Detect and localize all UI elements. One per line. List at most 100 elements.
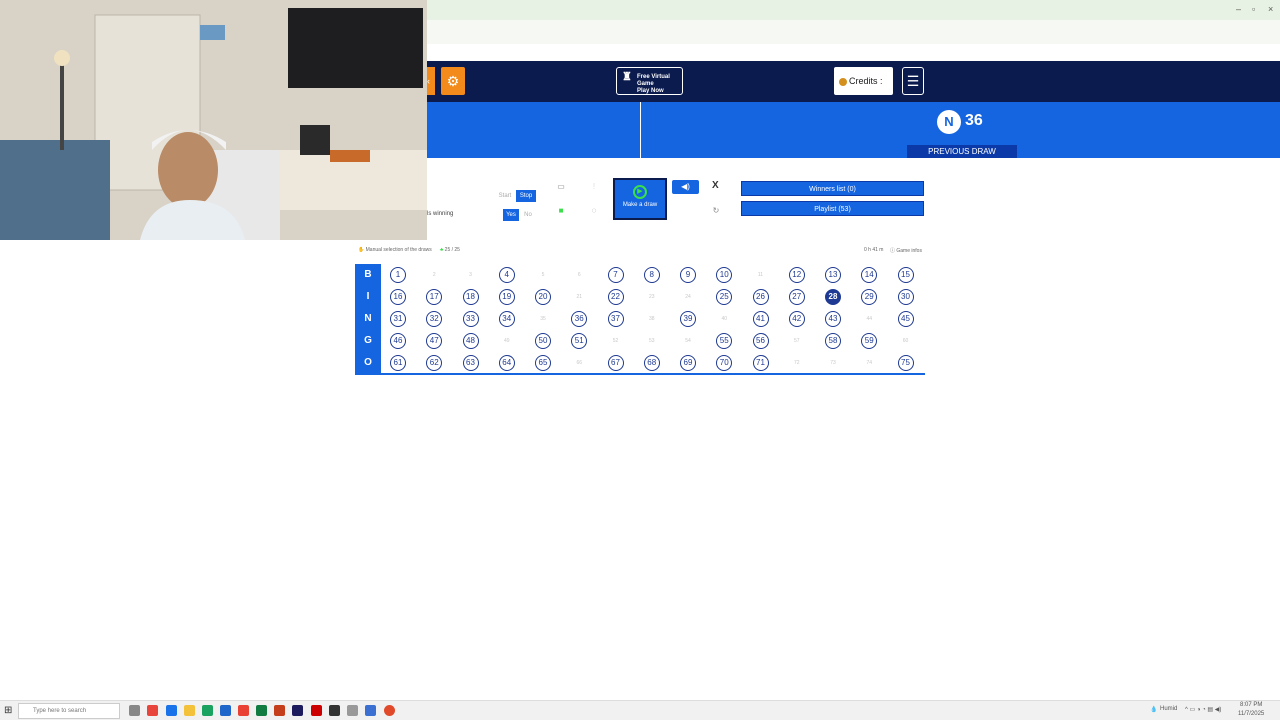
bingo-number-24[interactable]: 24 [680,289,696,305]
settings-app-icon[interactable] [347,705,358,716]
credits-badge[interactable]: Credits : 12 [834,67,893,114]
bingo-number-18[interactable]: 18 [462,289,479,305]
bingo-number-10[interactable]: 10 [716,267,733,283]
free-virtual-game-button[interactable]: ♜ Free Virtual Game Play Now [616,67,683,95]
winners-list-button[interactable]: Winners list (0) [741,181,924,196]
bingo-number-29[interactable]: 29 [861,289,878,305]
bingo-number-31[interactable]: 31 [390,311,406,327]
bingo-number-60[interactable]: 60 [898,333,914,349]
weather-icon[interactable]: 💧 [1150,706,1157,713]
bingo-number-34[interactable]: 34 [498,311,515,327]
bingo-number-67[interactable]: 67 [607,355,624,371]
refresh-icon[interactable]: ↻ [709,204,723,218]
bingo-number-40[interactable]: 40 [716,311,732,327]
bingo-number-57[interactable]: 57 [789,333,805,349]
terminal-app-icon[interactable] [329,705,340,716]
bingo-number-27[interactable]: 27 [788,289,805,305]
bingo-number-48[interactable]: 48 [462,333,479,349]
word-app-icon[interactable] [365,705,376,716]
bingo-number-66[interactable]: 66 [571,355,587,371]
bingo-number-43[interactable]: 43 [825,311,841,327]
bingo-number-36[interactable]: 36 [571,311,588,327]
bingo-number-47[interactable]: 47 [426,333,443,349]
bingo-number-33[interactable]: 33 [462,311,479,327]
mail-app-icon[interactable] [220,705,231,716]
media-app-icon[interactable] [292,705,303,716]
bingo-number-26[interactable]: 26 [752,289,769,305]
system-tray-icons[interactable]: ^ ▭ ◑ ◔ ▤ ◀) [1185,706,1221,713]
bingo-number-55[interactable]: 55 [716,333,733,349]
bingo-number-8[interactable]: 8 [643,267,660,283]
close-window-icon[interactable]: × [1268,4,1273,14]
bingo-number-39[interactable]: 39 [680,311,696,327]
bingo-number-59[interactable]: 59 [861,333,878,349]
bingo-number-70[interactable]: 70 [716,355,733,371]
chat-app-icon[interactable] [202,705,213,716]
bingo-number-46[interactable]: 46 [390,333,406,349]
bingo-number-25[interactable]: 25 [716,289,733,305]
hamburger-menu-icon[interactable]: ☰ [902,67,924,95]
bingo-number-13[interactable]: 13 [825,267,841,283]
bingo-number-20[interactable]: 20 [535,289,551,305]
bingo-number-54[interactable]: 54 [680,333,696,349]
browser-app-icon[interactable] [147,705,158,716]
bingo-number-17[interactable]: 17 [426,289,443,305]
bingo-number-51[interactable]: 51 [571,333,588,349]
bingo-number-63[interactable]: 63 [462,355,479,371]
bingo-number-61[interactable]: 61 [390,355,406,371]
bingo-number-11[interactable]: 11 [753,267,769,283]
windows-start-icon[interactable]: ⊞ [4,705,12,716]
lock-icon[interactable]: ■ [554,204,568,218]
playlist-button[interactable]: Playlist (53) [741,201,924,216]
game-info-button[interactable]: ⓘ Game infos [890,247,922,254]
bingo-number-53[interactable]: 53 [644,333,660,349]
bingo-number-28[interactable]: 28 [825,289,841,305]
sound-icon[interactable]: ◀) [672,180,699,194]
edge-app-icon[interactable] [166,705,177,716]
bingo-number-16[interactable]: 16 [390,289,406,305]
bingo-number-3[interactable]: 3 [463,267,479,283]
chrome-app-icon[interactable] [238,705,249,716]
bingo-number-44[interactable]: 44 [861,311,877,327]
bingo-number-6[interactable]: 6 [571,267,587,283]
bingo-number-19[interactable]: 19 [498,289,515,305]
bingo-number-30[interactable]: 30 [897,289,914,305]
bingo-number-71[interactable]: 71 [752,355,769,371]
bingo-number-21[interactable]: 21 [571,289,587,305]
bingo-number-22[interactable]: 22 [607,289,624,305]
bingo-number-37[interactable]: 37 [607,311,624,327]
task-view-icon[interactable] [129,705,140,716]
bingo-number-56[interactable]: 56 [752,333,769,349]
maximize-icon[interactable]: ▫ [1252,4,1255,14]
bingo-number-52[interactable]: 52 [608,333,624,349]
taskbar-search-input[interactable]: Type here to search [18,703,120,719]
home-button[interactable]: ⚙ [441,67,465,95]
bingo-number-41[interactable]: 41 [752,311,769,327]
start-button[interactable]: Start [495,190,515,202]
bingo-number-4[interactable]: 4 [498,267,515,283]
bingo-number-5[interactable]: 5 [535,267,551,283]
monitor-icon[interactable]: ▭ [554,180,568,194]
bingo-number-75[interactable]: 75 [897,355,914,371]
bingo-number-35[interactable]: 35 [535,311,551,327]
bingo-number-15[interactable]: 15 [897,267,914,283]
chat-icon[interactable]: ◌ [587,204,601,218]
bingo-number-38[interactable]: 38 [644,311,660,327]
powerpoint-app-icon[interactable] [274,705,285,716]
bingo-number-64[interactable]: 64 [498,355,515,371]
bingo-number-9[interactable]: 9 [680,267,696,283]
no-toggle[interactable]: No [520,209,536,221]
bingo-number-73[interactable]: 73 [825,355,841,371]
nav-back-button[interactable]: ‹ [427,67,435,95]
manual-selection-toggle[interactable]: ✋ Manual selection of the draws [358,247,432,253]
bingo-number-74[interactable]: 74 [861,355,877,371]
video-app-icon[interactable] [311,705,322,716]
bingo-number-58[interactable]: 58 [825,333,841,349]
excel-app-icon[interactable] [256,705,267,716]
file-explorer-icon[interactable] [184,705,195,716]
bingo-number-69[interactable]: 69 [680,355,696,371]
info-icon[interactable]: ! [587,180,601,194]
stop-button[interactable]: Stop [516,190,536,202]
bingo-number-45[interactable]: 45 [897,311,914,327]
bingo-number-23[interactable]: 23 [644,289,660,305]
